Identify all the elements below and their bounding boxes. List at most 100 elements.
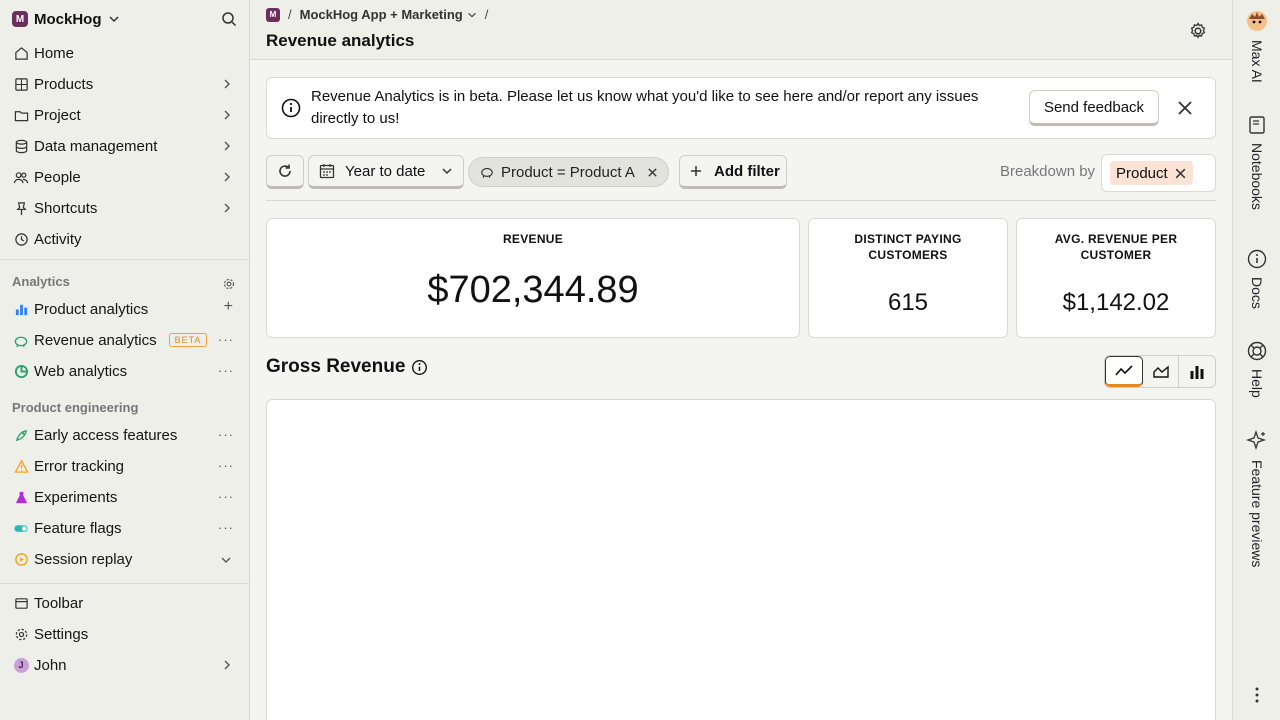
stat-card-customers: DISTINCT PAYING CUSTOMERS 615 (808, 218, 1008, 338)
stat-card-revenue: REVENUE $702,344.89 (266, 218, 800, 338)
chevron-down-icon[interactable] (220, 555, 232, 565)
stat-label: REVENUE (502, 232, 564, 246)
sidebar-item-toolbar[interactable]: Toolbar (8, 589, 242, 617)
sidebar-item-web-analytics[interactable]: Web analytics ··· (8, 357, 242, 385)
rail-label: Notebooks (1249, 143, 1265, 210)
chevron-right-icon (224, 110, 230, 120)
breakdown-select[interactable]: Product (1101, 154, 1216, 192)
refresh-button[interactable] (266, 155, 304, 189)
sidebar-item-revenue-analytics[interactable]: Revenue analytics BETA ··· (8, 326, 242, 354)
sidebar-item-user[interactable]: J John (8, 651, 242, 679)
notebook-icon (1249, 116, 1265, 134)
banner-text: Revenue Analytics is in beta. Please let… (311, 88, 979, 127)
stat-value: $702,344.89 (427, 269, 639, 311)
sidebar-item-products[interactable]: Products (8, 70, 242, 98)
info-icon (281, 98, 301, 118)
rail-label: Help (1249, 369, 1265, 398)
sidebar-item-error-tracking[interactable]: Error tracking ··· (8, 452, 242, 480)
line-chart-icon (1115, 364, 1133, 376)
home-icon (12, 44, 30, 62)
rail-label: Feature previews (1249, 460, 1265, 568)
sidebar-item-shortcuts[interactable]: Shortcuts (8, 194, 242, 222)
gear-icon[interactable] (1188, 21, 1208, 41)
divider (0, 583, 250, 584)
products-icon (12, 75, 30, 93)
breadcrumb-separator: / (288, 7, 292, 22)
gear-icon (12, 625, 30, 643)
more-icon[interactable]: ··· (218, 332, 234, 347)
add-filter-label: Add filter (714, 162, 780, 180)
project-badge: M (266, 7, 280, 22)
plus-icon[interactable]: + (224, 298, 234, 316)
sidebar-item-data-management[interactable]: Data management (8, 132, 242, 160)
chevron-right-icon (224, 172, 230, 182)
sidebar-item-project[interactable]: Project (8, 101, 242, 129)
chevron-right-icon (224, 203, 230, 213)
close-icon[interactable] (1175, 98, 1195, 118)
sidebar-item-activity[interactable]: Activity (8, 225, 242, 253)
avatar-wrapper: J (12, 656, 30, 674)
info-icon[interactable] (411, 359, 428, 376)
stat-value: 615 (887, 289, 929, 316)
more-icon[interactable]: ··· (218, 458, 234, 473)
section-title-analytics: Analytics (12, 274, 70, 289)
stat-label: AVG. REVENUE PER CUSTOMER (1054, 232, 1178, 262)
chart-type-toggle (1104, 355, 1216, 388)
sidebar-item-label: Feature flags (34, 519, 122, 537)
more-icon[interactable]: ··· (218, 520, 234, 535)
close-icon[interactable] (1174, 167, 1187, 180)
sidebar-item-label: Error tracking (34, 457, 125, 475)
sparkle-icon (1246, 430, 1267, 451)
rail-item-notebooks[interactable]: Notebooks (1233, 115, 1280, 210)
pin-icon (12, 199, 30, 217)
people-icon (12, 168, 30, 186)
sidebar-item-settings[interactable]: Settings (8, 620, 242, 648)
lifebuoy-icon (1247, 341, 1267, 361)
close-icon[interactable] (647, 167, 658, 178)
breakdown-tag: Product (1110, 161, 1193, 185)
bar-chart-button[interactable] (1179, 356, 1215, 387)
org-switcher[interactable]: M MockHog (12, 8, 120, 30)
product-filter-pill[interactable]: Product = Product A (468, 157, 669, 187)
sidebar-item-early-access[interactable]: Early access features ··· (8, 421, 242, 449)
rail-item-help[interactable]: Help (1233, 341, 1280, 398)
gear-icon[interactable] (223, 278, 235, 290)
rocket-icon (12, 426, 30, 444)
sidebar-item-label: Project (34, 106, 81, 124)
sidebar-item-experiments[interactable]: Experiments ··· (8, 483, 242, 511)
sidebar-item-session-replay[interactable]: Session replay (8, 545, 242, 573)
sidebar-item-feature-flags[interactable]: Feature flags ··· (8, 514, 242, 542)
sidebar-item-product-analytics[interactable]: Product analytics + (8, 295, 242, 323)
sidebar-item-label: John (34, 656, 67, 674)
sidebar-item-label: Home (34, 44, 75, 62)
main-area: M / MockHog App + Marketing / Revenue an… (250, 0, 1232, 720)
sidebar-item-home[interactable]: Home (8, 39, 242, 67)
hedgehog-avatar-icon (1247, 11, 1267, 31)
more-icon[interactable]: ··· (218, 363, 234, 378)
area-chart-button[interactable] (1143, 356, 1180, 387)
chevron-down-icon (442, 168, 452, 175)
org-badge: M (12, 11, 28, 27)
more-icon[interactable]: ··· (218, 489, 234, 504)
line-chart-button[interactable] (1105, 356, 1143, 387)
pie-chart-icon (12, 362, 30, 380)
sidebar-item-label: Shortcuts (34, 199, 98, 217)
rail-item-feature-previews[interactable]: Feature previews (1233, 430, 1280, 567)
stat-value: $1,142.02 (1062, 289, 1170, 316)
sidebar-item-people[interactable]: People (8, 163, 242, 191)
rail-label: Max AI (1249, 40, 1265, 83)
sidebar-item-label: Toolbar (34, 594, 84, 612)
project-switcher[interactable]: MockHog App + Marketing (300, 7, 477, 22)
rail-item-max-ai[interactable]: Max AI (1233, 10, 1280, 83)
rail-item-docs[interactable]: Docs (1233, 249, 1280, 309)
more-icon[interactable]: ··· (218, 427, 234, 442)
date-range-select[interactable]: Year to date (308, 155, 464, 189)
search-icon[interactable] (221, 11, 237, 27)
piggy-bank-icon (12, 331, 30, 349)
rail-more-button[interactable] (1233, 686, 1280, 704)
warning-icon (12, 457, 30, 475)
send-feedback-button[interactable]: Send feedback (1029, 90, 1159, 126)
sidebar-item-label: Data management (34, 137, 158, 155)
sidebar-item-label: Web analytics (34, 362, 128, 380)
add-filter-button[interactable]: Add filter (679, 155, 787, 189)
